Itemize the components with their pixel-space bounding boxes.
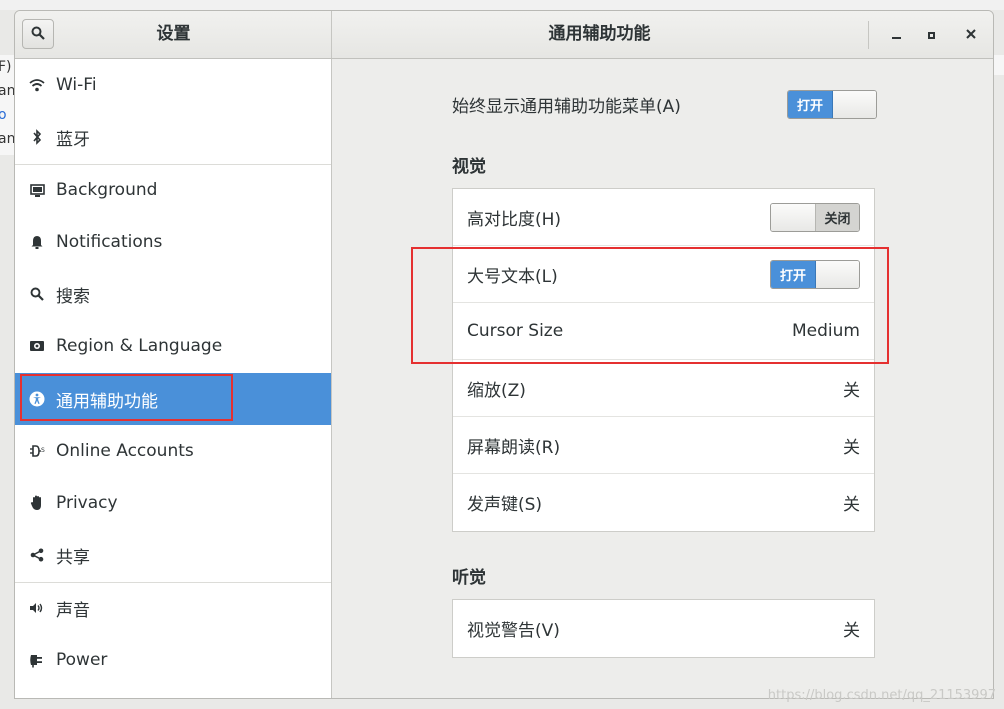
- sidebar-item-wifi[interactable]: Wi-Fi: [15, 59, 331, 111]
- wifi-icon: [28, 76, 46, 94]
- typing-header: 打字: [452, 693, 486, 698]
- switch-knob: [833, 90, 876, 118]
- accessibility-icon: [28, 390, 46, 408]
- share-icon: [28, 546, 46, 564]
- sidebar-item-label: Background: [56, 180, 158, 200]
- search-icon: [28, 285, 46, 303]
- header-bar: 设置 通用辅助功能: [15, 11, 993, 59]
- speaker-icon: [28, 599, 46, 617]
- large-text-label: 大号文本(L): [467, 266, 558, 287]
- sidebar-item-search[interactable]: 搜索: [15, 268, 331, 320]
- background-icon: [28, 181, 46, 199]
- sidebar: Wi-Fi 蓝牙 Background Notifications 搜索 Reg…: [15, 59, 332, 698]
- sidebar-item-label: Privacy: [56, 493, 118, 513]
- desktop-background-strip: [0, 0, 1004, 10]
- accessibility-panel: 始终显示通用辅助功能菜单(A) 打开 视觉 高对比度(H) 关闭 大号文本(L)…: [332, 59, 993, 698]
- maximize-icon: [927, 31, 935, 39]
- cursor-size-row[interactable]: Cursor Size Medium: [453, 303, 874, 360]
- online-accounts-icon: S: [28, 442, 46, 460]
- high-contrast-row[interactable]: 高对比度(H) 关闭: [453, 189, 874, 246]
- hearing-list: 视觉警告(V) 关: [452, 599, 875, 658]
- close-button[interactable]: [959, 23, 983, 47]
- screen-reader-row[interactable]: 屏幕朗读(R) 关: [453, 417, 874, 474]
- background-window-fragment: F) an o an: [0, 55, 14, 155]
- panel-title: 通用辅助功能: [548, 24, 651, 44]
- seeing-header: 视觉: [452, 157, 486, 177]
- header-separator: [868, 21, 869, 49]
- sidebar-item-label: 蓝牙: [56, 129, 90, 150]
- sound-keys-label: 发声键(S): [467, 495, 543, 515]
- cursor-size-value: Medium: [792, 321, 860, 341]
- sidebar-item-label: 通用辅助功能: [56, 391, 158, 412]
- hand-icon: [28, 494, 46, 512]
- sidebar-item-label: 搜索: [56, 286, 90, 307]
- fragment-text: an: [0, 131, 14, 147]
- fragment-text: F): [0, 59, 12, 75]
- close-icon: [966, 27, 976, 43]
- zoom-row[interactable]: 缩放(Z) 关: [453, 360, 874, 417]
- sidebar-item-notifications[interactable]: Notifications: [15, 216, 331, 268]
- always-show-menu-row[interactable]: 始终显示通用辅助功能菜单(A) 打开: [452, 79, 877, 129]
- svg-text:S: S: [41, 447, 45, 454]
- sidebar-item-label: Wi-Fi: [56, 75, 97, 95]
- zoom-label: 缩放(Z): [467, 380, 526, 401]
- sidebar-item-region-language[interactable]: Region & Language: [15, 320, 331, 372]
- visual-alerts-row[interactable]: 视觉警告(V) 关: [453, 600, 874, 657]
- sidebar-item-bluetooth[interactable]: 蓝牙: [15, 111, 331, 163]
- high-contrast-switch[interactable]: 关闭: [770, 202, 860, 232]
- sidebar-item-label: Power: [56, 650, 108, 670]
- sidebar-item-label: 共享: [56, 547, 90, 568]
- hearing-header: 听觉: [452, 568, 486, 588]
- maximize-button[interactable]: [919, 23, 943, 47]
- high-contrast-label: 高对比度(H): [467, 209, 562, 230]
- visual-alerts-value: 关: [843, 621, 860, 641]
- screen-reader-label: 屏幕朗读(R): [467, 437, 561, 458]
- switch-off-label: 关闭: [816, 203, 859, 231]
- large-text-switch[interactable]: 打开: [770, 259, 860, 289]
- sidebar-item-sound[interactable]: 声音: [15, 582, 331, 634]
- sidebar-item-accessibility[interactable]: 通用辅助功能: [15, 373, 331, 425]
- fragment-text: o: [0, 107, 7, 123]
- sidebar-item-label: Notifications: [56, 232, 163, 252]
- sound-keys-row[interactable]: 发声键(S) 关: [453, 474, 874, 531]
- always-show-menu-label: 始终显示通用辅助功能菜单(A): [452, 96, 681, 117]
- sound-keys-value: 关: [843, 495, 860, 515]
- minimize-icon: [891, 37, 901, 39]
- sidebar-item-sharing[interactable]: 共享: [15, 529, 331, 581]
- sidebar-item-privacy[interactable]: Privacy: [15, 477, 331, 529]
- switch-on-label: 打开: [771, 260, 816, 288]
- sidebar-item-background[interactable]: Background: [15, 164, 331, 216]
- screen-reader-value: 关: [843, 437, 860, 458]
- sidebar-item-label: Online Accounts: [56, 441, 194, 461]
- always-show-menu-switch[interactable]: 打开: [787, 89, 877, 119]
- region-icon: [28, 337, 46, 355]
- minimize-button[interactable]: [884, 23, 908, 47]
- sidebar-item-label: 声音: [56, 600, 90, 621]
- zoom-value: 关: [843, 380, 860, 401]
- power-plug-icon: [28, 651, 46, 669]
- sidebar-item-label: Region & Language: [56, 336, 223, 356]
- large-text-row[interactable]: 大号文本(L) 打开: [453, 246, 874, 303]
- switch-knob: [816, 260, 859, 288]
- sidebar-item-online-accounts[interactable]: S Online Accounts: [15, 425, 331, 477]
- fragment-text: an: [0, 83, 14, 99]
- bell-icon: [28, 233, 46, 251]
- switch-on-label: 打开: [788, 90, 833, 118]
- seeing-list: 高对比度(H) 关闭 大号文本(L) 打开 Cursor Size Medium…: [452, 188, 875, 532]
- sidebar-title: 设置: [156, 24, 191, 44]
- switch-knob: [771, 203, 816, 231]
- background-window-fragment-right: [994, 55, 1004, 75]
- cursor-size-label: Cursor Size: [467, 321, 564, 341]
- watermark: https://blog.csdn.net/qq_21153997: [767, 688, 996, 703]
- sidebar-item-power[interactable]: Power: [15, 634, 331, 686]
- bluetooth-icon: [28, 128, 46, 146]
- sidebar-header: 设置: [15, 11, 332, 58]
- settings-window: 设置 通用辅助功能 Wi-Fi 蓝牙 Background Notificati…: [14, 10, 994, 699]
- visual-alerts-label: 视觉警告(V): [467, 621, 560, 641]
